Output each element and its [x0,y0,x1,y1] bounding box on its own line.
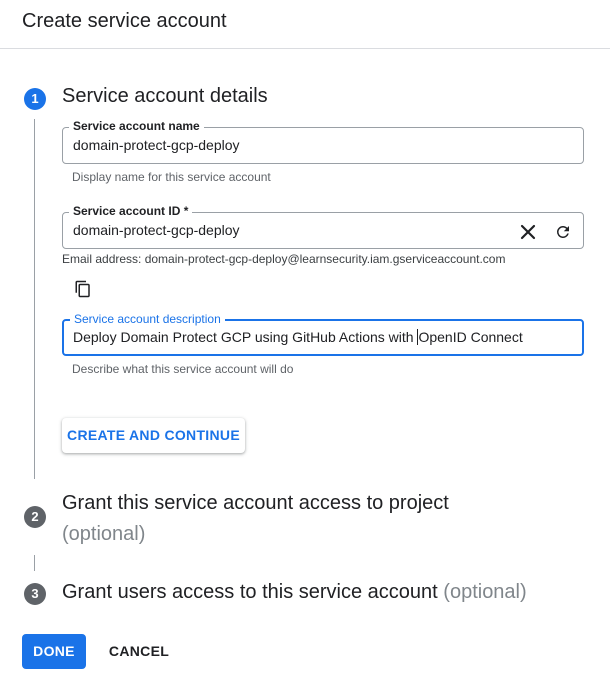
copy-icon[interactable] [74,280,94,300]
service-account-description-input[interactable]: Deploy Domain Protect GCP using GitHub A… [73,329,523,345]
service-account-id-input[interactable]: domain-protect-gcp-deploy [73,222,240,238]
service-account-description-field[interactable]: Service account description Deploy Domai… [62,311,584,356]
service-account-email: Email address: domain-protect-gcp-deploy… [62,252,506,266]
step-2-title[interactable]: Grant this service account access to pro… [62,488,542,550]
description-text-before-caret: Deploy Domain Protect GCP using GitHub A… [73,329,418,345]
close-icon[interactable] [518,222,538,242]
cancel-button[interactable]: CANCEL [104,634,174,669]
dialog-header: Create service account [0,0,610,49]
done-button[interactable]: DONE [22,634,86,669]
step-3-title[interactable]: Grant users access to this service accou… [62,581,527,604]
service-account-description-helper: Describe what this service account will … [72,362,294,376]
step-2-optional: (optional) [62,523,146,545]
stepper-line-1 [34,119,35,479]
service-account-id-label: Service account ID * [69,203,193,219]
dialog-title: Create service account [22,10,227,32]
step-2-indicator: 2 [24,506,46,528]
create-and-continue-button[interactable]: CREATE AND CONTINUE [62,418,245,453]
step-2-title-text: Grant this service account access to pro… [62,492,449,514]
service-account-name-input[interactable]: domain-protect-gcp-deploy [73,137,240,153]
step-3-title-text: Grant users access to this service accou… [62,581,438,603]
service-account-description-label: Service account description [70,311,225,327]
service-account-name-field[interactable]: Service account name domain-protect-gcp-… [62,118,584,164]
step-3-indicator: 3 [24,583,46,605]
step-1-indicator: 1 [24,88,46,110]
refresh-icon[interactable] [553,222,573,242]
service-account-name-label: Service account name [69,118,204,134]
step-3-optional: (optional) [443,581,527,603]
stepper-line-2 [34,555,35,571]
service-account-name-helper: Display name for this service account [72,170,271,184]
service-account-id-field[interactable]: Service account ID * domain-protect-gcp-… [62,203,584,249]
step-1-title: Service account details [62,85,268,107]
description-text-after-caret: OpenID Connect [418,329,523,345]
